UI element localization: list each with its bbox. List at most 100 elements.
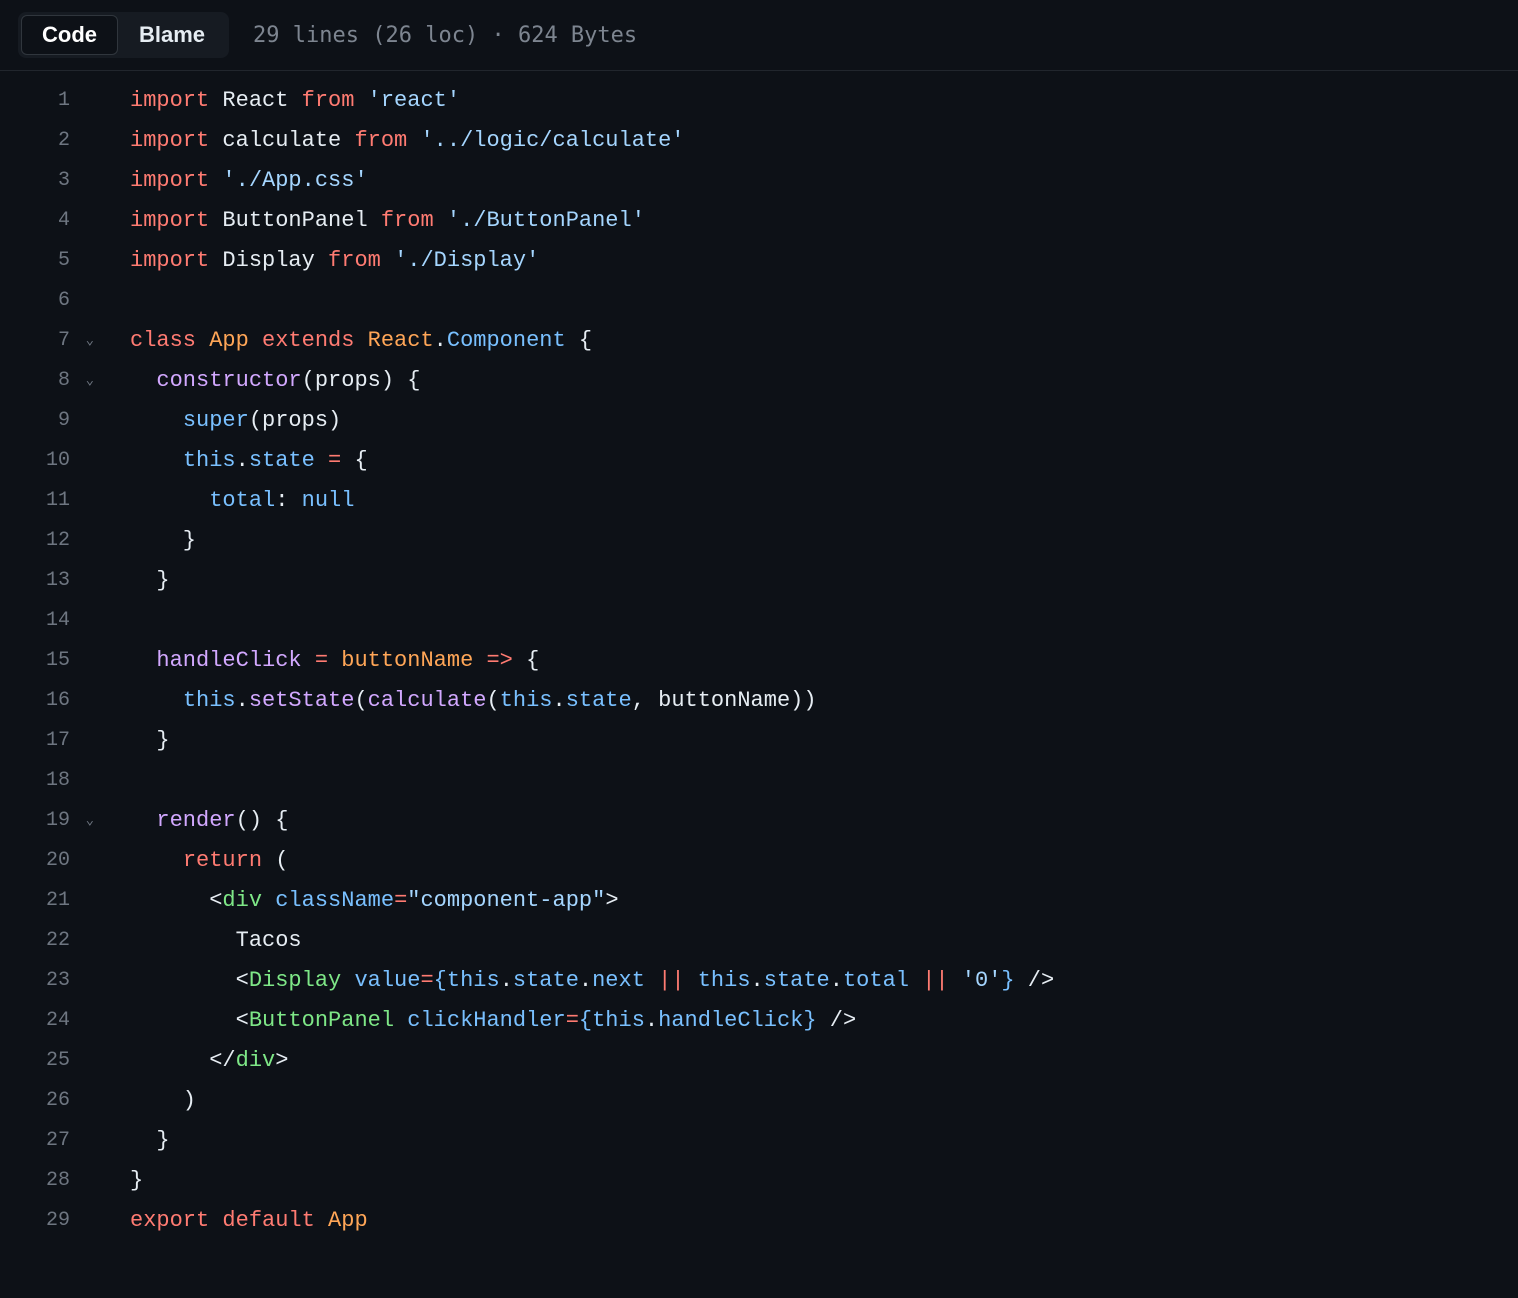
token — [130, 808, 156, 833]
tab-code[interactable]: Code — [21, 15, 118, 55]
code-line[interactable]: } — [100, 721, 1518, 761]
code-line[interactable]: total: null — [100, 481, 1518, 521]
tab-blame[interactable]: Blame — [118, 15, 226, 55]
token: } — [130, 728, 170, 753]
line-number[interactable]: 4 — [0, 201, 100, 241]
line-number[interactable]: 11 — [0, 481, 100, 521]
code-line[interactable]: this.state = { — [100, 441, 1518, 481]
code-line[interactable]: constructor(props) { — [100, 361, 1518, 401]
token: ( — [486, 688, 499, 713]
code-line[interactable]: import Display from './Display' — [100, 241, 1518, 281]
line-number[interactable]: 17 — [0, 721, 100, 761]
fold-toggle-icon[interactable]: ⌄ — [86, 801, 94, 841]
token: . — [500, 968, 513, 993]
code-line[interactable]: import './App.css' — [100, 161, 1518, 201]
token: . — [751, 968, 764, 993]
token: total — [209, 488, 275, 513]
line-number[interactable]: 15 — [0, 641, 100, 681]
line-number[interactable]: 19⌄ — [0, 801, 100, 841]
token: import — [130, 128, 209, 153]
token: </ — [130, 1048, 236, 1073]
line-number[interactable]: 12 — [0, 521, 100, 561]
code-line[interactable]: render() { — [100, 801, 1518, 841]
code-line[interactable]: class App extends React.Component { — [100, 321, 1518, 361]
line-number[interactable]: 10 — [0, 441, 100, 481]
line-number[interactable]: 6 — [0, 281, 100, 321]
token: App — [209, 328, 249, 353]
line-number[interactable]: 7⌄ — [0, 321, 100, 361]
line-number[interactable]: 26 — [0, 1081, 100, 1121]
code-line[interactable]: <Display value={this.state.next || this.… — [100, 961, 1518, 1001]
code-line[interactable]: import ButtonPanel from './ButtonPanel' — [100, 201, 1518, 241]
code-line[interactable]: super(props) — [100, 401, 1518, 441]
token: div — [236, 1048, 276, 1073]
token: > — [605, 888, 618, 913]
line-number[interactable]: 21 — [0, 881, 100, 921]
code-line[interactable]: import React from 'react' — [100, 81, 1518, 121]
line-number[interactable]: 29 — [0, 1201, 100, 1241]
token: state — [249, 448, 315, 473]
token: state — [513, 968, 579, 993]
token: ( — [262, 848, 288, 873]
line-number[interactable]: 27 — [0, 1121, 100, 1161]
code-content[interactable]: import React from 'react'import calculat… — [100, 81, 1518, 1241]
code-line[interactable]: import calculate from '../logic/calculat… — [100, 121, 1518, 161]
token: < — [130, 1008, 249, 1033]
line-number[interactable]: 14 — [0, 601, 100, 641]
token: value — [354, 968, 420, 993]
line-number[interactable]: 25 — [0, 1041, 100, 1081]
token: setState — [249, 688, 355, 713]
token: . — [434, 328, 447, 353]
token: } — [130, 528, 196, 553]
line-number[interactable]: 8⌄ — [0, 361, 100, 401]
code-line[interactable]: } — [100, 521, 1518, 561]
line-number[interactable]: 5 — [0, 241, 100, 281]
code-line[interactable]: handleClick = buttonName => { — [100, 641, 1518, 681]
code-line[interactable] — [100, 601, 1518, 641]
line-number[interactable]: 16 — [0, 681, 100, 721]
line-number[interactable]: 24 — [0, 1001, 100, 1041]
line-number[interactable]: 9 — [0, 401, 100, 441]
fold-toggle-icon[interactable]: ⌄ — [86, 361, 94, 401]
line-number[interactable]: 2 — [0, 121, 100, 161]
code-line[interactable]: } — [100, 561, 1518, 601]
token — [341, 968, 354, 993]
line-number[interactable]: 20 — [0, 841, 100, 881]
code-line[interactable]: <div className="component-app"> — [100, 881, 1518, 921]
token — [262, 888, 275, 913]
line-number[interactable]: 3 — [0, 161, 100, 201]
token: = — [328, 448, 341, 473]
token — [381, 248, 394, 273]
code-line[interactable]: } — [100, 1161, 1518, 1201]
line-number[interactable]: 22 — [0, 921, 100, 961]
token — [354, 328, 367, 353]
line-number[interactable]: 23 — [0, 961, 100, 1001]
code-line[interactable]: this.setState(calculate(this.state, butt… — [100, 681, 1518, 721]
line-number[interactable]: 13 — [0, 561, 100, 601]
code-line[interactable] — [100, 281, 1518, 321]
code-line[interactable]: ) — [100, 1081, 1518, 1121]
line-number[interactable]: 18 — [0, 761, 100, 801]
token — [434, 208, 447, 233]
token: } — [803, 1008, 816, 1033]
line-number[interactable]: 1 — [0, 81, 100, 121]
token: this — [698, 968, 751, 993]
line-number[interactable]: 28 — [0, 1161, 100, 1201]
code-line[interactable]: export default App — [100, 1201, 1518, 1241]
token: this — [500, 688, 553, 713]
token: React — [368, 328, 434, 353]
token: return — [183, 848, 262, 873]
fold-toggle-icon[interactable]: ⌄ — [86, 321, 94, 361]
code-line[interactable]: } — [100, 1121, 1518, 1161]
code-line[interactable]: return ( — [100, 841, 1518, 881]
token: state — [764, 968, 830, 993]
token: (props) — [249, 408, 341, 433]
token: import — [130, 248, 209, 273]
token: { — [434, 968, 447, 993]
code-line[interactable] — [100, 761, 1518, 801]
file-toolbar: Code Blame 29 lines (26 loc) · 624 Bytes — [0, 0, 1518, 71]
code-line[interactable]: <ButtonPanel clickHandler={this.handleCl… — [100, 1001, 1518, 1041]
code-area: 1234567⌄8⌄910111213141516171819⌄20212223… — [0, 71, 1518, 1241]
code-line[interactable]: Tacos — [100, 921, 1518, 961]
code-line[interactable]: </div> — [100, 1041, 1518, 1081]
